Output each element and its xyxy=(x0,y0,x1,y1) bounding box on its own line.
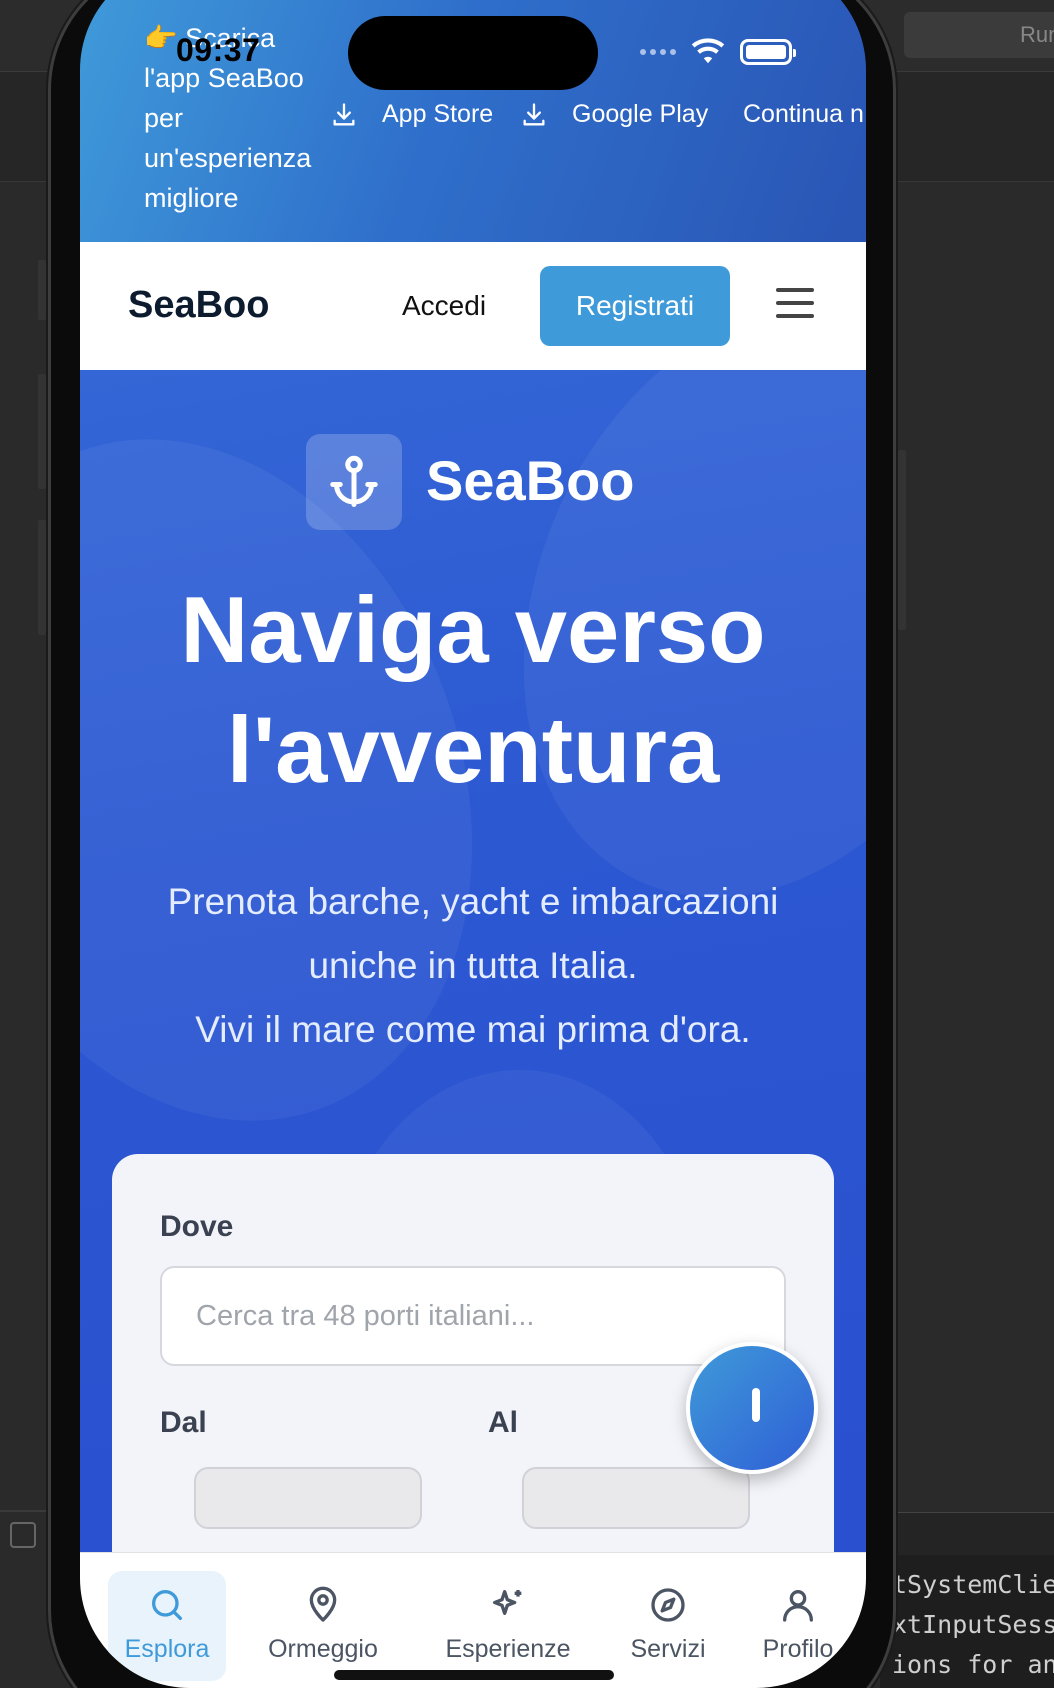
tab-ormeggio[interactable]: Ormeggio xyxy=(258,1571,388,1681)
where-label: Dove xyxy=(160,1210,234,1243)
tab-esplora[interactable]: Esplora xyxy=(108,1571,226,1681)
download-icon xyxy=(333,102,355,126)
console-line: tSystemClie xyxy=(892,1570,1054,1599)
tab-profilo[interactable]: Profilo xyxy=(740,1571,856,1681)
phone-power-button xyxy=(898,450,906,630)
app-store-label: App Store xyxy=(382,100,494,128)
hero-subtitle-line: Prenota barche, yacht e imbarcazioni xyxy=(167,881,779,922)
phone-volume-down xyxy=(38,520,46,635)
status-time: 09:37 xyxy=(176,32,261,68)
continue-label: Continua n xyxy=(743,100,864,128)
tab-servizi[interactable]: Servizi xyxy=(608,1571,728,1681)
login-link[interactable]: Accedi xyxy=(402,290,486,322)
anchor-logo xyxy=(306,434,402,530)
sparkles-icon xyxy=(493,1590,522,1615)
hero-subtitle: Prenota barche, yacht e imbarcazioni uni… xyxy=(80,870,866,1062)
register-button[interactable]: Registrati xyxy=(540,266,730,346)
tab-label: Profilo xyxy=(762,1635,834,1663)
ide-copy-icon[interactable] xyxy=(10,1522,36,1548)
hero-subtitle-line: Vivi il mare come mai prima d'ora. xyxy=(195,1009,751,1050)
tab-label: Esplora xyxy=(124,1635,210,1663)
signal-icon xyxy=(640,49,676,55)
hero-subtitle-line: uniche in tutta Italia. xyxy=(308,945,638,986)
bottom-tab-bar: Esplora Ormeggio Esperienze Servizi Prof… xyxy=(80,1552,866,1688)
phone-volume-up xyxy=(38,374,46,489)
chat-icon xyxy=(752,1388,760,1422)
ide-console: tSystemClie xtInputSessi ions for an a xyxy=(880,1555,1054,1688)
tab-label: Esperienze xyxy=(445,1635,571,1663)
tab-esperienze[interactable]: Esperienze xyxy=(420,1571,596,1681)
app-store-link[interactable]: App Store xyxy=(330,100,493,129)
hamburger-menu-icon[interactable] xyxy=(776,288,814,318)
from-date-input[interactable] xyxy=(194,1467,422,1529)
battery-icon xyxy=(740,39,796,65)
where-input[interactable] xyxy=(160,1266,786,1366)
to-date-label: Al xyxy=(488,1406,518,1439)
console-line: ions for an a xyxy=(892,1650,1054,1679)
console-line: xtInputSessi xyxy=(892,1610,1054,1639)
tab-label: Servizi xyxy=(630,1635,706,1663)
home-indicator xyxy=(334,1670,614,1680)
status-icons xyxy=(640,38,796,66)
hero-title-line: Naviga verso xyxy=(180,577,766,682)
continue-web-link[interactable]: Continua n xyxy=(743,100,864,129)
floating-action-button[interactable] xyxy=(686,1342,818,1474)
google-play-link[interactable]: Google Play xyxy=(520,100,708,129)
phone-side-button xyxy=(38,260,46,320)
phone-screen: 👉 Scarica l'app SeaBoo per un'esperienza… xyxy=(80,0,866,1688)
search-icon xyxy=(152,1590,182,1620)
to-date-input[interactable] xyxy=(522,1467,750,1529)
site-header: SeaBoo Accedi Registrati xyxy=(80,242,866,370)
download-icon xyxy=(523,102,545,126)
ide-console-header xyxy=(880,1512,1054,1555)
map-pin-icon xyxy=(309,1586,337,1622)
hero-brand-name: SeaBoo xyxy=(426,449,635,512)
tab-label: Ormeggio xyxy=(268,1635,378,1663)
from-date-label: Dal xyxy=(160,1406,207,1439)
google-play-label: Google Play xyxy=(572,100,709,128)
dynamic-island xyxy=(348,16,598,90)
anchor-icon xyxy=(330,455,378,507)
user-icon xyxy=(783,1590,813,1622)
brand-logo[interactable]: SeaBoo xyxy=(128,284,269,327)
hero-title: Naviga verso l'avventura xyxy=(80,570,866,810)
ide-runner-label[interactable]: Runn xyxy=(904,12,1054,58)
wifi-icon xyxy=(691,38,725,64)
compass-icon xyxy=(651,1588,685,1622)
hero-title-line: l'avventura xyxy=(226,697,720,802)
